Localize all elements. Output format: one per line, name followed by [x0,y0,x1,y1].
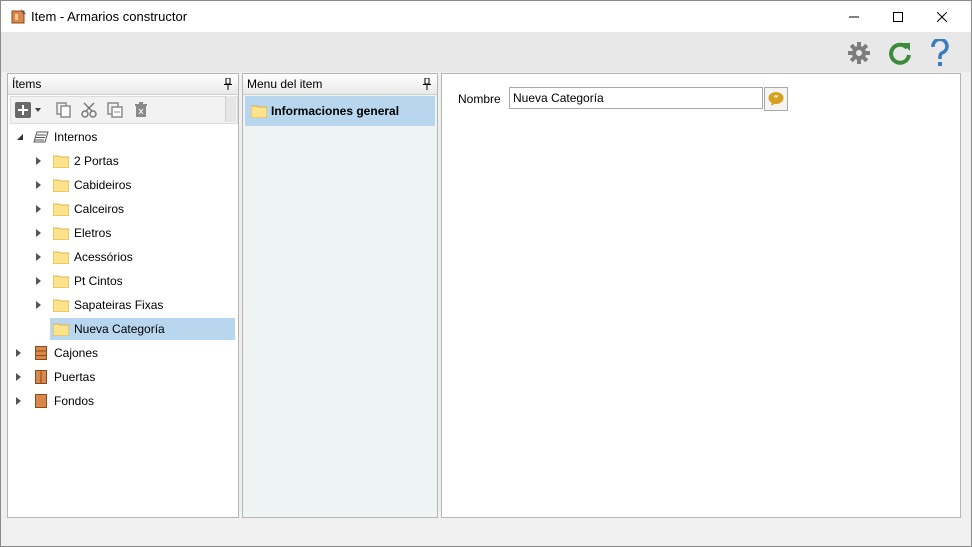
refresh-icon [889,42,911,65]
tree-item-puertas[interactable]: Puertas [8,366,236,388]
folder-icon [53,179,69,192]
svg-text:“: “ [773,94,778,103]
tree-item-label: Fondos [54,394,95,408]
cut-icon [81,102,97,118]
tree-item-label: Internos [54,130,98,144]
tree-item-label: Cabideiros [74,178,132,192]
tree-item-2-portas[interactable]: 2 Portas [8,150,236,172]
maximize-button[interactable] [875,1,921,32]
tree-item-eletros[interactable]: Eletros [8,222,236,244]
expanded-arrow-icon[interactable] [16,133,24,141]
folder-icon [251,105,267,118]
maximize-icon [893,11,903,22]
copy-icon [56,102,71,118]
tree-item-calceiros[interactable]: Calceiros [8,198,236,220]
copy-button[interactable] [55,101,73,119]
app-window: Item - Armarios constructor Ítems Intern… [0,0,972,547]
menu-panel-title: Menu del item [247,77,323,91]
paste-button[interactable] [106,101,124,119]
title-bar: Item - Armarios constructor [1,1,971,32]
tree-item-label: Puertas [54,370,96,384]
close-button[interactable] [919,1,965,32]
detail-panel: Nombre Nueva Categoría “ [441,73,961,518]
add-dropdown-button[interactable] [33,101,43,119]
tree-item-label: Nueva Categoría [74,322,165,336]
collapsed-arrow-icon[interactable] [15,349,23,357]
tree-item-nueva-categoria[interactable]: Nueva Categoría [50,318,235,340]
folder-icon [53,251,69,264]
collapsed-arrow-icon[interactable] [35,253,43,261]
items-panel-header: Ítems [8,74,238,95]
nombre-input[interactable]: Nueva Categoría [509,87,763,109]
tree-item-label: Acessórios [74,250,133,264]
menu-item-informaciones-general[interactable]: Informaciones general [245,96,435,126]
collapsed-arrow-icon[interactable] [35,301,43,309]
delete-icon [135,102,147,117]
collapsed-arrow-icon[interactable] [35,205,43,213]
lines-icon [33,131,49,143]
add-icon [15,102,31,118]
tree-item-internos[interactable]: Internos [8,126,236,148]
panel-icon [35,394,47,408]
settings-button[interactable] [844,38,874,68]
tree-item-label: Cajones [54,346,99,360]
tree-item-label: Pt Cintos [74,274,123,288]
collapsed-arrow-icon[interactable] [35,277,43,285]
items-panel: Ítems Internos 2 Portas Cabideiros Calce… [7,73,239,518]
tree-item-sapateiras-fixas[interactable]: Sapateiras Fixas [8,294,236,316]
pin-icon[interactable] [423,78,431,90]
folder-icon [53,155,69,168]
tree-toolbar-overflow[interactable] [225,96,236,122]
menu-panel: Menu del item Informaciones general [242,73,438,518]
add-button[interactable] [14,101,32,119]
help-icon [931,39,949,66]
folder-icon [53,227,69,240]
window-title: Item - Armarios constructor [31,9,188,24]
tree-item-label: Calceiros [74,202,125,216]
tree-item-label: Sapateiras Fixas [74,298,164,312]
tree-item-pt-cintos[interactable]: Pt Cintos [8,270,236,292]
paste-icon [107,102,123,118]
items-panel-title: Ítems [12,77,42,91]
app-icon [11,9,26,24]
tree-item-fondos[interactable]: Fondos [8,390,236,412]
collapsed-arrow-icon[interactable] [35,229,43,237]
collapsed-arrow-icon[interactable] [35,181,43,189]
minimize-icon [849,16,859,17]
collapsed-arrow-icon[interactable] [35,157,43,165]
close-icon [937,11,947,22]
door-icon [35,370,47,384]
tree-toolbar [10,96,238,124]
nombre-label: Nombre [458,92,501,106]
drawer-icon [35,346,47,360]
collapsed-arrow-icon[interactable] [15,397,23,405]
delete-button[interactable] [132,101,150,119]
tree-item-label: 2 Portas [74,154,119,168]
top-toolbar [1,32,971,72]
dropdown-icon [35,108,41,112]
folder-icon [53,299,69,312]
menu-panel-header: Menu del item [243,74,437,95]
tree-item-label: Eletros [74,226,112,240]
folder-icon [53,275,69,288]
gear-icon [848,42,870,64]
folder-icon [53,323,69,336]
cut-button[interactable] [80,101,98,119]
help-button[interactable] [925,38,955,68]
translate-button[interactable]: “ [764,87,788,111]
tree-item-cajones[interactable]: Cajones [8,342,236,364]
collapsed-arrow-icon[interactable] [15,373,23,381]
menu-item-label: Informaciones general [271,104,400,118]
tree-item-acessorios[interactable]: Acessórios [8,246,236,268]
speech-bubble-icon: “ [768,92,784,106]
minimize-button[interactable] [831,1,877,32]
pin-icon[interactable] [224,78,232,90]
refresh-button[interactable] [885,38,915,68]
folder-icon [53,203,69,216]
tree-item-cabideiros[interactable]: Cabideiros [8,174,236,196]
